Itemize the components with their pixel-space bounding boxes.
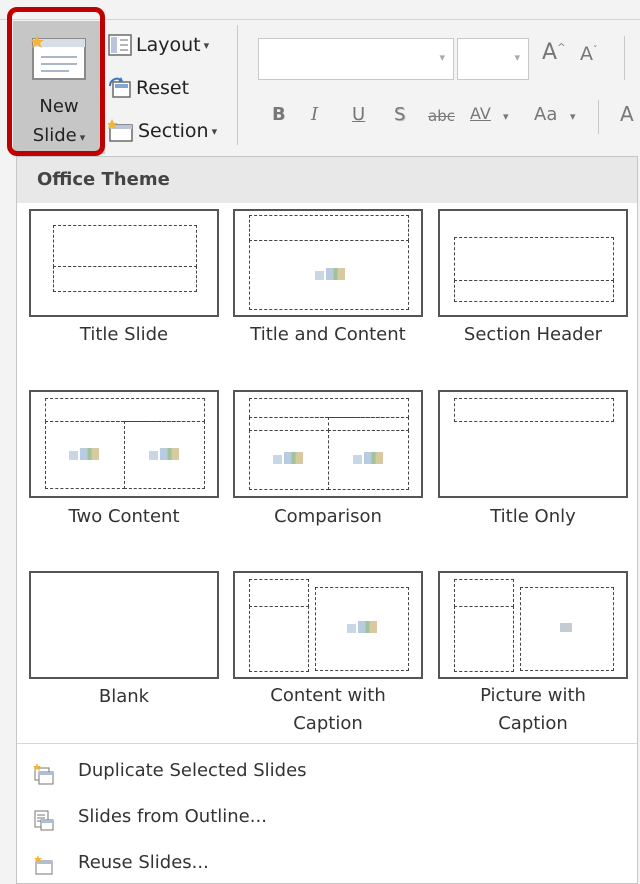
layout-thumbnail: [438, 390, 628, 498]
ribbon-divider: [237, 25, 238, 145]
layout-icon: [108, 34, 132, 56]
chevron-down-icon: ▾: [211, 124, 218, 138]
character-spacing-button[interactable]: AV: [470, 104, 491, 123]
menu-item-label: Slides from Outline...: [78, 806, 267, 827]
title-placeholder: [249, 215, 409, 241]
content-icon: [273, 452, 303, 466]
section-icon: [108, 119, 133, 142]
duplicate-slides-icon: [33, 763, 54, 785]
menu-item-label: Duplicate Selected Slides: [78, 760, 307, 781]
ribbon-divider: [598, 100, 599, 134]
content-icon: [315, 268, 345, 282]
subtitle-placeholder: [53, 266, 197, 292]
chevron-down-icon[interactable]: ▾: [503, 110, 509, 123]
bold-button[interactable]: B: [272, 104, 286, 125]
layout-label: Two Content: [68, 506, 180, 527]
reuse-slides-icon: [34, 855, 53, 875]
font-size-combobox[interactable]: ▾: [457, 38, 529, 80]
new-slide-button[interactable]: New Slide ▾: [13, 21, 105, 154]
new-slide-label: New: [39, 96, 79, 117]
content-icon: [149, 448, 179, 462]
caption-title-placeholder: [454, 579, 514, 607]
layout-label: Picture with: [480, 685, 586, 706]
title-placeholder: [249, 398, 409, 418]
new-slide-sublabel: Slide ▾: [13, 125, 105, 146]
layout-label: Title and Content: [250, 324, 406, 345]
text-shadow-button[interactable]: S: [394, 104, 405, 125]
new-slide-label-slide: Slide: [32, 125, 77, 146]
content-icon: [347, 621, 377, 635]
layout-label: Layout: [136, 34, 201, 56]
italic-button[interactable]: I: [311, 104, 318, 125]
caption-text-placeholder: [249, 606, 309, 672]
section-label: Section: [138, 120, 209, 142]
layout-thumbnail: [438, 571, 628, 679]
reset-button[interactable]: Reset: [108, 73, 189, 103]
font-color-button[interactable]: A: [620, 102, 634, 126]
layout-thumbnail: [29, 390, 219, 498]
heading-placeholder-right: [328, 417, 409, 431]
chevron-down-icon[interactable]: ▾: [570, 110, 576, 123]
chevron-down-icon[interactable]: ▾: [514, 51, 520, 64]
layout-label: Title Only: [490, 506, 576, 527]
new-slide-icon: [31, 35, 86, 80]
layout-label: Caption: [498, 713, 568, 734]
layout-label: Title Slide: [79, 324, 169, 345]
strikethrough-button[interactable]: abc: [428, 107, 455, 125]
reset-label: Reset: [136, 77, 190, 99]
caption-text-placeholder: [454, 606, 514, 672]
layout-thumbnail: [438, 209, 628, 317]
content-icon: [353, 452, 383, 466]
grow-font-icon: A: [542, 40, 558, 65]
title-placeholder: [53, 225, 197, 267]
menu-divider: [17, 743, 637, 744]
section-title: Office Theme: [17, 157, 637, 203]
underline-button[interactable]: U: [352, 104, 365, 125]
title-placeholder: [454, 237, 614, 281]
reuse-slides-item[interactable]: Reuse Slides...: [17, 846, 637, 884]
slides-from-outline-item[interactable]: Slides from Outline...: [17, 800, 637, 838]
text-placeholder: [454, 280, 614, 302]
title-placeholder: [454, 398, 614, 422]
slides-from-outline-icon: [34, 810, 54, 831]
font-name-combobox[interactable]: ▾: [258, 38, 454, 80]
layout-thumbnail: [233, 209, 423, 317]
shrink-font-button[interactable]: Aˇ: [580, 43, 598, 65]
layout-label: Section Header: [463, 324, 603, 345]
layout-label: Comparison: [274, 506, 382, 527]
ribbon-divider: [624, 36, 625, 80]
layout-label: Content with: [270, 685, 386, 706]
chevron-down-icon: ▾: [79, 131, 86, 144]
duplicate-selected-slides-item[interactable]: Duplicate Selected Slides: [17, 754, 637, 792]
heading-placeholder-left: [249, 417, 329, 431]
layout-thumbnail: [233, 390, 423, 498]
layout-label: Blank: [98, 686, 150, 707]
chevron-down-icon[interactable]: ▾: [439, 51, 445, 64]
menu-item-label: Reuse Slides...: [78, 852, 209, 873]
layout-label: Caption: [293, 713, 363, 734]
ribbon: New Slide ▾ Layout ▾ Reset Section ▾ ▾ ▾…: [0, 0, 640, 160]
picture-icon: [560, 623, 572, 632]
layout-button[interactable]: Layout ▾: [108, 30, 209, 60]
reset-icon: [109, 77, 131, 98]
caption-title-placeholder: [249, 579, 309, 607]
title-placeholder: [45, 398, 205, 422]
layout-thumbnail: [29, 571, 219, 679]
shrink-font-icon: A: [580, 43, 593, 65]
change-case-button[interactable]: Aa: [534, 104, 557, 125]
ribbon-border: [0, 19, 640, 20]
content-icon: [69, 448, 99, 462]
grow-font-button[interactable]: A^: [542, 40, 565, 65]
layout-thumbnail: [233, 571, 423, 679]
new-slide-dropdown: Office Theme Title Slide Title and Conte…: [16, 156, 638, 884]
layout-thumbnail: [29, 209, 219, 317]
chevron-down-icon: ▾: [203, 38, 210, 52]
section-button[interactable]: Section ▾: [108, 116, 217, 146]
